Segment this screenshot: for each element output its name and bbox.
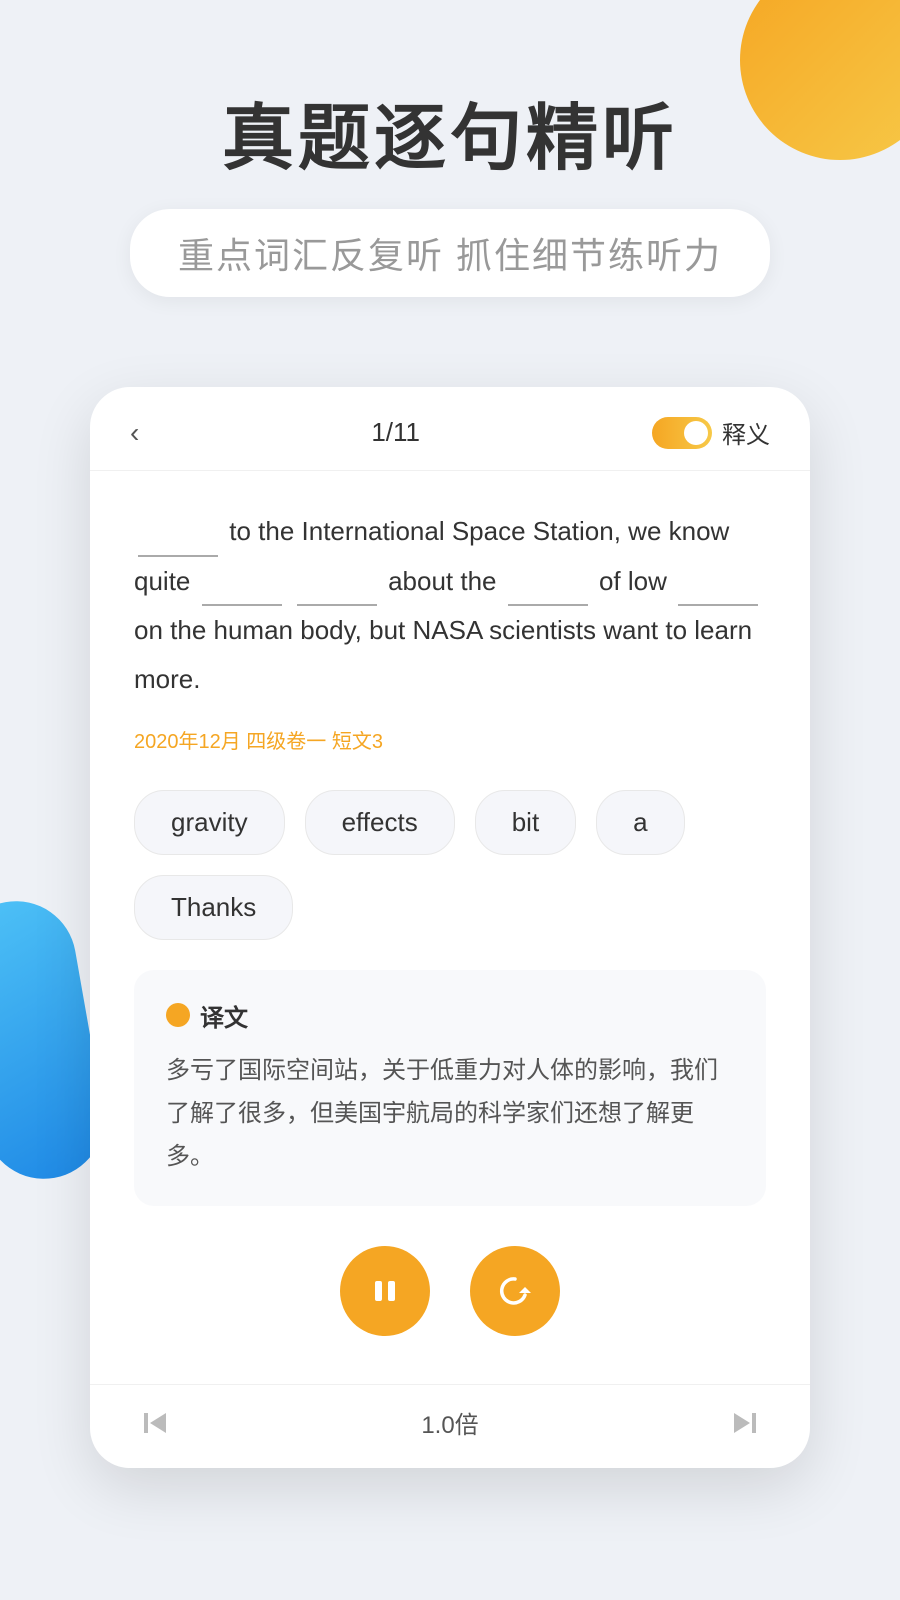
toggle-switch[interactable] <box>652 417 712 449</box>
skip-prev-icon <box>140 1408 170 1438</box>
playback-speed[interactable]: 1.0倍 <box>421 1405 478 1440</box>
word-chip-effects[interactable]: effects <box>305 790 455 855</box>
sentence-part-4: of low <box>599 566 674 596</box>
toggle-area: 释义 <box>652 415 770 450</box>
sentence-part-3: about the <box>388 566 504 596</box>
card-header: ‹ 1/11 释义 <box>90 387 810 471</box>
toggle-label: 释义 <box>722 415 770 450</box>
word-chip-gravity[interactable]: gravity <box>134 790 285 855</box>
blank-1 <box>138 537 218 557</box>
skip-next-button[interactable] <box>730 1408 760 1438</box>
blank-3 <box>297 586 377 606</box>
skip-prev-button[interactable] <box>140 1408 170 1438</box>
audio-controls <box>134 1236 766 1356</box>
phone-card: ‹ 1/11 释义 to the International Space Sta… <box>90 387 810 1468</box>
translation-box: 译文 多亏了国际空间站，关于低重力对人体的影响，我们了解了很多，但美国宇航局的科… <box>134 970 766 1207</box>
skip-next-icon <box>730 1408 760 1438</box>
back-button[interactable]: ‹ <box>130 417 139 449</box>
trans-dot-icon <box>166 1003 190 1027</box>
blank-5 <box>678 586 758 606</box>
trans-text: 多亏了国际空间站，关于低重力对人体的影响，我们了解了很多，但美国宇航局的科学家们… <box>166 1049 734 1179</box>
word-chips-container: gravity effects bit a Thanks <box>134 790 766 940</box>
blank-2 <box>202 586 282 606</box>
word-chip-bit[interactable]: bit <box>475 790 576 855</box>
pause-button[interactable] <box>340 1246 430 1336</box>
header-section: 真题逐句精听 重点词汇反复听 抓住细节练听力 <box>0 0 900 337</box>
trans-header: 译文 <box>166 998 734 1033</box>
word-chip-a[interactable]: a <box>596 790 684 855</box>
pause-icon <box>369 1275 401 1307</box>
trans-title: 译文 <box>200 998 248 1033</box>
page-counter: 1/11 <box>371 417 420 448</box>
subtitle-pill: 重点词汇反复听 抓住细节练听力 <box>130 209 770 297</box>
card-content: to the International Space Station, we k… <box>90 471 810 1384</box>
replay-icon <box>497 1273 533 1309</box>
blank-4 <box>508 586 588 606</box>
main-title: 真题逐句精听 <box>60 100 840 179</box>
sentence-text: to the International Space Station, we k… <box>134 507 766 705</box>
bottom-bar: 1.0倍 <box>90 1384 810 1468</box>
source-tag: 2020年12月 四级卷一 短文3 <box>134 725 766 754</box>
replay-button[interactable] <box>470 1246 560 1336</box>
sentence-part-5: on the human body, but NASA scientists w… <box>134 615 752 694</box>
word-chip-thanks[interactable]: Thanks <box>134 875 293 940</box>
